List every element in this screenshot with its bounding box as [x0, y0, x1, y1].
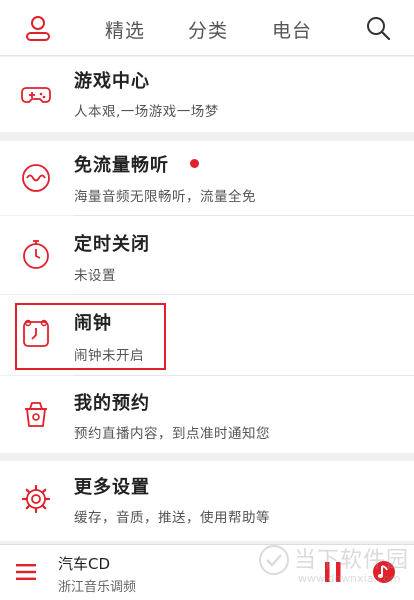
timer-icon	[23, 240, 49, 269]
menu-item-reservations[interactable]: 我的预约 预约直播内容，到点准时通知您	[0, 376, 414, 453]
cup-icon	[25, 402, 47, 427]
gamepad-icon	[21, 87, 51, 103]
menu-item-free-data[interactable]: 免流量畅听 海量音频无限畅听，流量全免	[0, 141, 414, 215]
watermark: 当下软件园 www.downxia.com	[258, 538, 414, 600]
menu-item-subtitle: 未设置	[74, 268, 116, 284]
highlight-box	[15, 303, 166, 370]
menu-item-title: 定时关闭	[74, 234, 150, 255]
menu-item-more-settings[interactable]: 更多设置 缓存，音质，推送，使用帮助等	[0, 461, 414, 541]
top-nav-bar: 精选 分类 电台	[0, 0, 414, 56]
menu-item-title: 免流量畅听	[74, 155, 169, 176]
menu-item-subtitle: 海量音频无限畅听，流量全免	[74, 189, 256, 205]
menu-item-title: 我的预约	[74, 393, 150, 414]
menu-item-subtitle: 缓存，音质，推送，使用帮助等	[74, 510, 270, 526]
menu-item-title: 更多设置	[74, 477, 150, 498]
search-icon[interactable]	[364, 14, 392, 42]
tab-radio[interactable]: 电台	[272, 16, 312, 43]
menu-item-game-center[interactable]: 游戏中心 人本艰,一场游戏一场梦	[0, 57, 414, 132]
tab-featured[interactable]: 精选	[105, 16, 145, 43]
menu-item-title: 游戏中心	[74, 71, 150, 92]
watermark-text: 当下软件园	[294, 548, 410, 573]
user-profile-icon[interactable]	[24, 14, 52, 42]
menu-item-subtitle: 人本艰,一场游戏一场梦	[74, 104, 219, 120]
gear-icon	[21, 484, 51, 514]
watermark-logo-icon	[259, 545, 289, 575]
tab-categories[interactable]: 分类	[188, 16, 228, 43]
now-playing-title: 汽车CD	[58, 555, 111, 573]
menu-item-sleep-timer[interactable]: 定时关闭 未设置	[0, 216, 414, 294]
watermark-url: www.downxia.com	[298, 572, 401, 585]
wave-icon	[22, 164, 50, 192]
playlist-menu-icon[interactable]	[16, 563, 36, 581]
new-badge-dot	[190, 159, 199, 168]
menu-item-subtitle: 预约直播内容，到点准时通知您	[74, 426, 270, 442]
now-playing-subtitle: 浙江音乐调频	[58, 580, 137, 595]
